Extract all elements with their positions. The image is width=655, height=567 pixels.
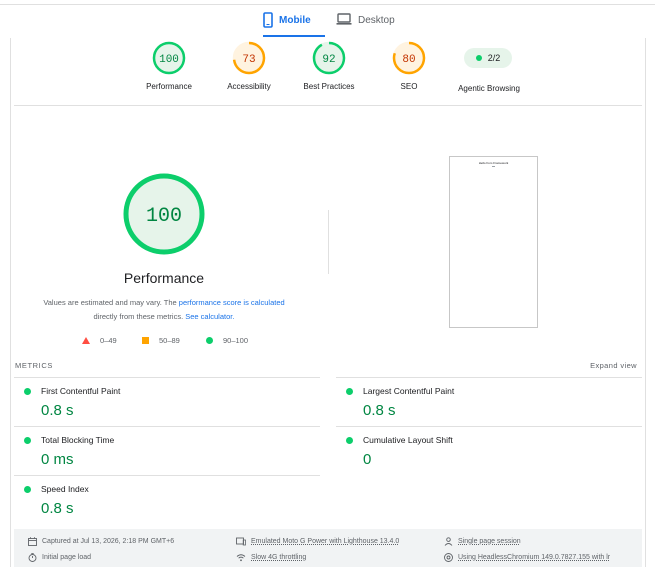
metric-value: 0.8 s [41,500,74,517]
score-calculation-link[interactable]: performance score is calculated [179,298,285,307]
browser-text: Using HeadlessChromium 149.0.7827.155 wi… [458,554,611,561]
pass-dot-icon [24,486,31,493]
metrics-divider [14,475,320,476]
device-icon [236,537,246,546]
pass-dot-icon [24,437,31,444]
metrics-divider [336,377,642,378]
gauge-label: SEO [400,82,418,91]
metrics-divider [14,377,320,378]
metric-name: Speed Index [41,484,89,494]
captured-time: Captured at Jul 13, 2026, 2:18 PM GMT+6 [28,537,174,546]
throttling-text: Slow 4G throttling [251,554,307,561]
legend-range: 50–89 [159,336,180,345]
pass-dot-icon [24,388,31,395]
legend-fail: 0–49 [82,336,117,345]
metric-value: 0 [363,451,372,468]
performance-note: Values are estimated and may vary. The p… [28,296,300,324]
gauge-ring: 80 [392,41,426,75]
pass-dot-icon [346,437,353,444]
emulated-device[interactable]: Emulated Moto G Power with Lighthouse 13… [236,537,399,546]
gauge-score: 73 [242,54,255,66]
agentic-browsing-badge[interactable]: 2/2 [464,48,512,68]
pass-dot-icon [346,388,353,395]
calculator-link[interactable]: See calculator. [185,312,234,321]
summary-divider [14,105,642,106]
network-throttling[interactable]: Slow 4G throttling [236,553,306,562]
gauge-seo[interactable]: 80 SEO [369,41,449,91]
screenshot-heading: Hello from Framework [478,161,509,165]
initial-page-load: Initial page load [28,553,91,562]
gauge-ring: 100 [152,41,186,75]
chrome-icon [444,553,453,562]
legend-average: 50–89 [142,336,180,345]
device-tabs: Mobile Desktop [0,0,655,38]
metric-name: Cumulative Layout Shift [363,435,453,445]
gauge-ring: 92 [312,41,346,75]
metrics-heading: METRICS [15,361,53,370]
circle-icon [206,337,213,344]
final-screenshot[interactable]: Hello from Framework [449,156,538,328]
metric-value: 0 ms [41,451,74,468]
gauge-performance[interactable]: 100 Performance [129,41,209,91]
tab-mobile-label: Mobile [279,15,311,26]
metric-value: 0.8 s [363,402,396,419]
agentic-browsing-label: Agentic Browsing [458,84,520,93]
tab-mobile[interactable]: Mobile [263,12,311,36]
page-load-text: Initial page load [42,554,92,561]
wifi-icon [236,554,246,562]
person-icon [444,537,453,546]
note-text: Values are estimated and may vary. The [43,298,179,307]
gauge-score: 92 [322,54,335,66]
tab-desktop[interactable]: Desktop [336,12,395,36]
session-text: Single page session [458,538,521,545]
smartphone-icon [263,12,273,28]
screenshot-detail [492,166,495,167]
gauge-label: Accessibility [227,82,271,91]
legend-range: 0–49 [100,336,117,345]
legend-range: 90–100 [223,336,249,345]
laptop-icon [336,13,352,25]
metric-name: Largest Contentful Paint [363,386,455,396]
performance-title: Performance [123,270,205,286]
metrics-divider [336,426,642,427]
square-icon [142,337,149,344]
pass-dot-icon [475,55,482,61]
tab-selected-indicator [263,35,325,37]
runtime-settings: Captured at Jul 13, 2026, 2:18 PM GMT+6 … [14,529,642,567]
expand-view-button[interactable]: Expand view [590,361,637,370]
agentic-score: 2/2 [487,53,501,63]
performance-gauge: 100 [123,173,205,255]
triangle-icon [82,337,90,344]
gauge-accessibility[interactable]: 73 Accessibility [209,41,289,91]
gauge-score: 80 [402,54,415,66]
gauge-label: Performance [146,82,192,91]
note-text-2: directly from these metrics. [93,312,186,321]
metrics-divider [14,426,320,427]
metric-value: 0.8 s [41,402,74,419]
gauge-best-practices[interactable]: 92 Best Practices [289,41,369,91]
vertical-divider [328,210,329,274]
browser-version[interactable]: Using HeadlessChromium 149.0.7827.155 wi… [444,553,610,562]
calendar-icon [28,537,37,546]
tab-desktop-label: Desktop [358,15,395,26]
legend-pass: 90–100 [206,336,248,345]
gauge-label: Best Practices [303,82,355,91]
performance-score: 100 [146,205,182,228]
page-session[interactable]: Single page session [444,537,521,546]
metric-name: Total Blocking Time [41,435,115,445]
gauge-score: 100 [159,54,179,66]
device-text: Emulated Moto G Power with Lighthouse 13… [251,538,400,545]
timer-icon [28,553,37,562]
metric-name: First Contentful Paint [41,386,121,396]
gauge-ring: 73 [232,41,266,75]
captured-text: Captured at Jul 13, 2026, 2:18 PM GMT+6 [42,538,175,545]
